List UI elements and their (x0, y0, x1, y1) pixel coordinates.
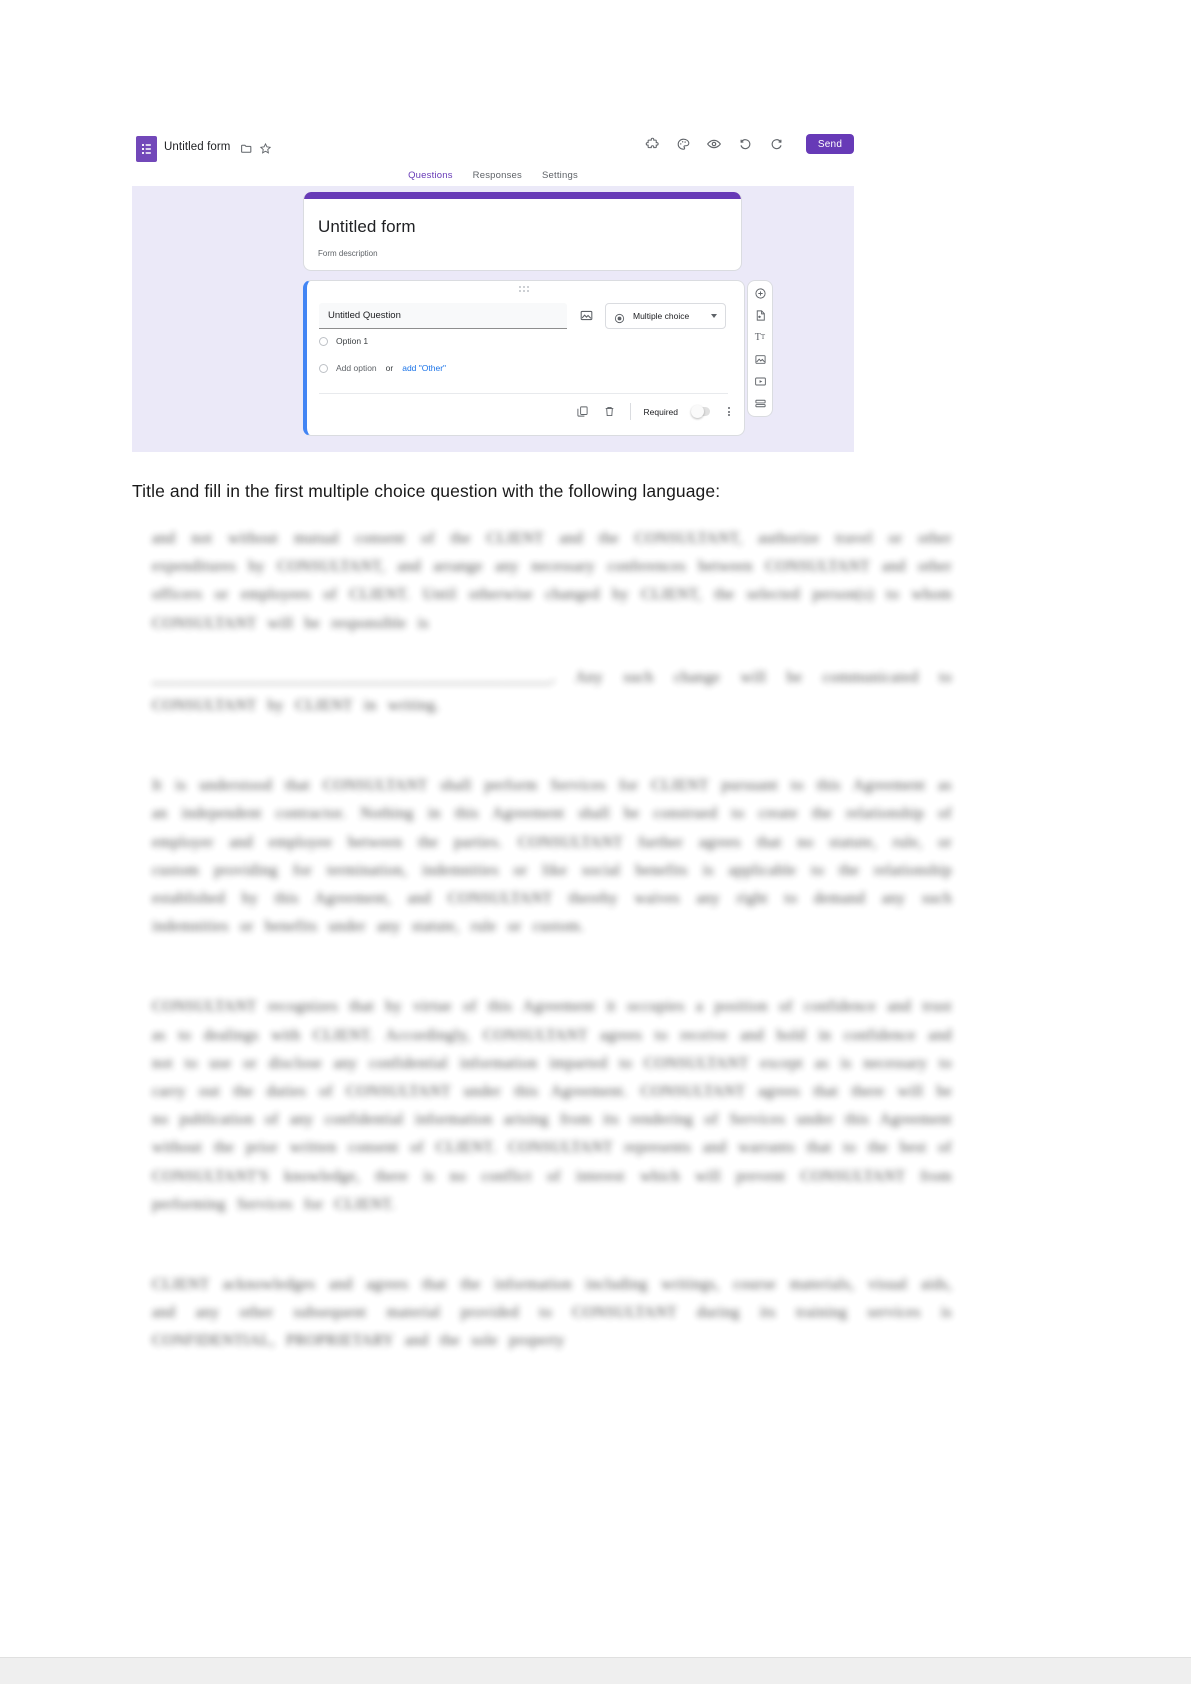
add-item-toolbar: TT (747, 280, 773, 417)
required-label: Required (643, 406, 679, 417)
radio-button-icon (319, 363, 328, 373)
redacted-document-body: and not without mutual consent of the CL… (152, 525, 952, 1390)
add-section-icon[interactable] (754, 397, 767, 410)
add-question-icon[interactable] (754, 287, 767, 300)
form-editor-canvas: Untitled form Form description Untitled … (132, 186, 854, 452)
puzzle-addons-icon[interactable] (643, 135, 661, 153)
drag-handle-dots-icon[interactable] (518, 286, 533, 292)
undo-icon[interactable] (736, 135, 754, 153)
radio-button-icon (319, 336, 328, 346)
forms-top-bar: Untitled form Send (132, 126, 854, 172)
redo-icon[interactable] (767, 135, 785, 153)
form-description-placeholder[interactable]: Form description (318, 249, 378, 258)
add-option-button[interactable]: Add option (336, 363, 377, 373)
instruction-text: Title and fill in the first multiple cho… (132, 481, 721, 501)
add-title-description-icon[interactable]: TT (754, 331, 767, 344)
folder-move-icon[interactable] (239, 141, 253, 155)
page-canvas: Untitled form Send Questions Responses S… (0, 0, 1191, 1684)
document-paragraph: CONSULTANT recognizes that by virtue of … (152, 998, 952, 1213)
top-right-actions: Send (643, 134, 854, 154)
question-card[interactable]: Untitled Question Multiple choice Option… (303, 280, 745, 436)
send-button[interactable]: Send (806, 134, 854, 154)
eye-preview-icon[interactable] (705, 135, 723, 153)
import-questions-icon[interactable] (754, 309, 767, 322)
add-image-icon[interactable] (579, 308, 594, 323)
palette-theme-icon[interactable] (674, 135, 692, 153)
star-outline-icon[interactable] (258, 141, 272, 155)
viewer-bottom-bar (0, 1657, 1191, 1684)
document-paragraph: ________________________________________… (152, 668, 952, 715)
document-title[interactable]: Untitled form (164, 141, 231, 153)
option-label[interactable]: Option 1 (336, 336, 368, 346)
question-title-input[interactable]: Untitled Question (319, 303, 567, 329)
document-paragraph: It is understood that CONSULTANT shall p… (152, 777, 952, 936)
question-type-select[interactable]: Multiple choice (605, 303, 726, 329)
duplicate-icon[interactable] (576, 405, 590, 419)
question-footer-divider (319, 393, 728, 394)
document-paragraph: and not without mutual consent of the CL… (152, 530, 952, 632)
chevron-down-icon (711, 314, 717, 318)
question-title-placeholder: Untitled Question (328, 310, 401, 321)
google-forms-icon (136, 136, 157, 162)
add-option-row[interactable]: Add option or add "Other" (319, 363, 446, 373)
footer-divider (629, 403, 631, 420)
add-video-icon[interactable] (754, 375, 767, 388)
question-type-label: Multiple choice (633, 311, 690, 321)
google-forms-screenshot: Untitled form Send Questions Responses S… (132, 126, 854, 452)
add-other-button[interactable]: add "Other" (402, 363, 446, 373)
add-option-or-label: or (385, 363, 394, 373)
add-image-icon[interactable] (754, 353, 767, 366)
form-accent-stripe (304, 192, 741, 199)
trash-icon[interactable] (603, 405, 617, 419)
option-row[interactable]: Option 1 (319, 336, 368, 346)
kebab-more-icon[interactable] (723, 407, 734, 416)
document-paragraph: CLIENT acknowledges and agrees that the … (152, 1276, 952, 1350)
radio-button-icon (614, 311, 625, 323)
required-toggle[interactable] (691, 405, 710, 418)
form-header-card[interactable]: Untitled form Form description (303, 192, 742, 271)
question-footer-actions: Required (576, 403, 735, 420)
form-title[interactable]: Untitled form (318, 217, 416, 237)
